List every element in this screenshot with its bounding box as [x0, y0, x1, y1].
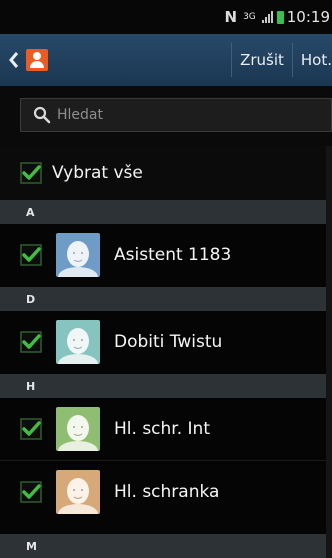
search-bar: Hledat [0, 86, 332, 146]
section-header-a: A [0, 200, 332, 224]
contact-row[interactable]: Dobiti Twistu [0, 311, 332, 373]
alphabet-index-scrollbar[interactable] [326, 146, 332, 558]
search-placeholder: Hledat [57, 107, 103, 123]
contact-checkbox[interactable] [20, 418, 42, 440]
select-all-label: Vybrat vše [52, 163, 143, 183]
select-all-row[interactable]: Vybrat vše [0, 146, 332, 200]
contact-row[interactable]: Hl. schranka [0, 461, 332, 523]
status-bar: N 3G 10:19 [0, 0, 332, 34]
select-all-checkbox[interactable] [20, 162, 42, 184]
contact-icon[interactable] [26, 49, 48, 71]
signal-icon [261, 11, 273, 23]
contact-row[interactable]: Asistent 1183 [0, 224, 332, 286]
contact-checkbox[interactable] [20, 481, 42, 503]
contact-row[interactable]: Hl. schr. Int [0, 398, 332, 460]
status-time: 10:19 [286, 8, 330, 26]
contact-checkbox[interactable] [20, 331, 42, 353]
contact-name: Asistent 1183 [114, 245, 232, 265]
section-header-m: M [0, 534, 332, 558]
network-3g-icon: 3G [243, 12, 256, 22]
chevron-left-icon[interactable] [4, 51, 24, 69]
search-icon [33, 106, 51, 124]
contact-name: Hl. schr. Int [114, 419, 210, 439]
search-input[interactable]: Hledat [20, 98, 332, 132]
avatar [56, 320, 100, 364]
contact-name: Hl. schranka [114, 482, 220, 502]
avatar [56, 233, 100, 277]
battery-icon [276, 10, 284, 24]
action-bar: Zrušit Hot. [0, 34, 332, 86]
avatar [56, 407, 100, 451]
contact-checkbox[interactable] [20, 244, 42, 266]
nfc-icon: N [224, 8, 238, 26]
section-header-h: H [0, 374, 332, 398]
avatar [56, 470, 100, 514]
cancel-button[interactable]: Zrušit [232, 51, 292, 69]
contact-name: Dobiti Twistu [114, 332, 223, 352]
section-header-d: D [0, 287, 332, 311]
done-button[interactable]: Hot. [293, 51, 332, 69]
